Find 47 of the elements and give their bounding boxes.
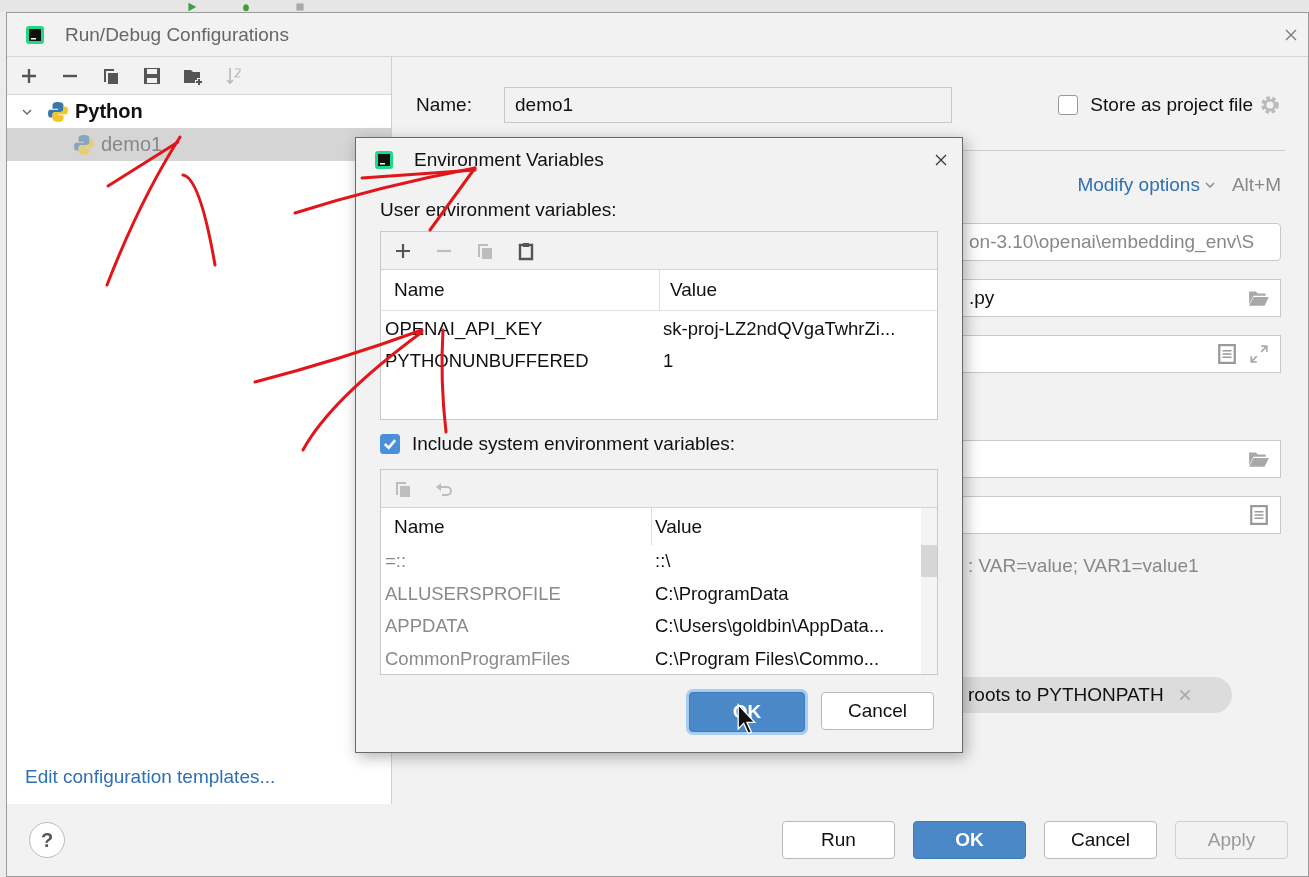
close-icon[interactable] [934, 152, 948, 167]
table-cell-text: =:: [384, 550, 408, 573]
table-cell-text: CommonProgramFiles [384, 647, 572, 670]
table-cell-text: APPDATA [384, 615, 470, 638]
python-logo-icon [47, 100, 69, 123]
dialog-button[interactable]: Cancel [821, 692, 934, 730]
store-checkbox[interactable] [1058, 95, 1079, 115]
name-field[interactable]: demo1 [504, 87, 952, 123]
document-icon[interactable] [1248, 505, 1270, 525]
shortcut-hint: Alt+M [1231, 174, 1281, 196]
scrollbar[interactable] [921, 508, 937, 674]
table-cell-text: C:\Program Files\Commo... [654, 647, 881, 670]
table-cell-text: C:\Users\goldbin\AppData... [654, 615, 886, 638]
table-cell-text: C:\ProgramData [654, 582, 790, 605]
table-cell-text: ALLUSERSPROFILE [384, 582, 562, 605]
document-icon[interactable] [1216, 344, 1238, 364]
hint-text: : VAR=value; VAR1=value1 [968, 555, 1199, 577]
include-label: Include system environment variables: [412, 433, 736, 455]
window-title: Run/Debug Configurations [65, 23, 290, 46]
dialog-button[interactable]: Cancel [1044, 821, 1157, 859]
name-label: Name: [416, 94, 473, 116]
include-checkbox[interactable] [380, 434, 400, 454]
table-cell-text: ::\ [654, 550, 672, 573]
column-header[interactable]: Value [660, 270, 937, 310]
dialog-button[interactable]: OK [913, 821, 1026, 859]
modify-options-link[interactable]: Modify options [1077, 174, 1200, 196]
store-label: Store as project file [1090, 94, 1253, 116]
dialog-button[interactable]: Run [782, 821, 895, 859]
table-cell-text: sk-proj-LZ2ndQVgaTwhrZi... [662, 318, 897, 340]
chip-label: roots to PYTHONPATH [968, 684, 1164, 706]
column-header[interactable]: Name [381, 508, 652, 545]
gear-icon[interactable] [1259, 94, 1281, 116]
column-header[interactable]: Value [652, 508, 921, 545]
help-button[interactable]: ? [29, 822, 65, 858]
column-header[interactable]: Name [381, 270, 660, 310]
tree-item[interactable]: Python [7, 95, 391, 128]
table-cell-text: 1 [662, 350, 675, 372]
dialog-title: Environment Variables [414, 148, 604, 171]
save-icon[interactable] [142, 65, 162, 86]
paste-icon[interactable] [516, 240, 536, 261]
app-logo-icon [374, 149, 394, 170]
app-logo-icon [25, 24, 45, 45]
table-cell-text: OPENAI_API_KEY [384, 318, 544, 340]
expand-icon[interactable] [1248, 344, 1270, 364]
templates-link[interactable]: Edit configuration templates... [7, 766, 391, 804]
python-logo-icon [73, 133, 95, 156]
stop-icon[interactable] [293, 2, 307, 12]
